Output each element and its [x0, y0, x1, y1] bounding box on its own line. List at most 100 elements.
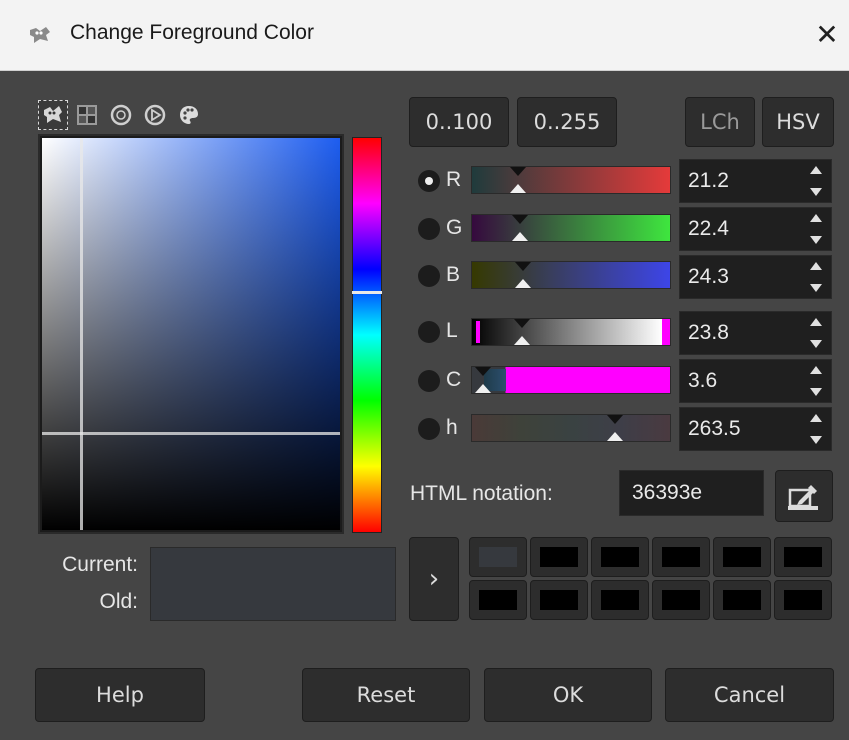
- history-swatch[interactable]: [713, 580, 771, 620]
- decrement-icon[interactable]: [810, 284, 822, 292]
- history-swatch-fill: [723, 547, 761, 567]
- history-swatch-fill: [479, 547, 517, 567]
- gimp-icon: [30, 27, 50, 43]
- decrement-icon[interactable]: [810, 188, 822, 196]
- close-button[interactable]: ✕: [814, 21, 840, 49]
- channel-slider-h[interactable]: [471, 414, 671, 442]
- increment-icon[interactable]: [810, 262, 822, 270]
- saturation-value-area[interactable]: [38, 134, 344, 534]
- range-0-100-button[interactable]: 0..100: [409, 97, 509, 147]
- channel-value-g: 22.4: [688, 217, 729, 240]
- history-swatch[interactable]: [530, 537, 588, 577]
- wheel-selector-tab[interactable]: [106, 100, 136, 130]
- reset-label: Reset: [356, 683, 416, 707]
- channel-spin-g[interactable]: 22.4: [679, 207, 832, 251]
- increment-icon[interactable]: [810, 166, 822, 174]
- lch-button[interactable]: LCh: [685, 97, 755, 147]
- history-swatch[interactable]: [469, 580, 527, 620]
- title-bar: Change Foreground Color ✕: [0, 0, 849, 71]
- decrement-icon[interactable]: [810, 236, 822, 244]
- channel-label-l: L: [446, 319, 458, 342]
- channel-spin-h[interactable]: 263.5: [679, 407, 832, 451]
- history-swatch-fill: [601, 590, 639, 610]
- history-add-button[interactable]: ›: [409, 537, 459, 621]
- channel-value-h: 263.5: [688, 417, 741, 440]
- palette-icon: [180, 106, 198, 124]
- channel-label-c: C: [446, 368, 462, 391]
- channel-label-r: R: [446, 168, 462, 191]
- channel-slider-l[interactable]: [471, 318, 671, 346]
- history-swatch[interactable]: [774, 580, 832, 620]
- increment-icon[interactable]: [810, 414, 822, 422]
- channel-radio-h[interactable]: [418, 418, 440, 440]
- cancel-button[interactable]: Cancel: [665, 668, 834, 722]
- increment-icon[interactable]: [810, 366, 822, 374]
- increment-icon[interactable]: [810, 214, 822, 222]
- history-swatch[interactable]: [530, 580, 588, 620]
- channel-radio-c[interactable]: [418, 370, 440, 392]
- html-notation-label: HTML notation:: [410, 482, 553, 505]
- channel-spin-b[interactable]: 24.3: [679, 255, 832, 299]
- channel-value-l: 23.8: [688, 321, 729, 344]
- decrement-icon[interactable]: [810, 340, 822, 348]
- help-button[interactable]: Help: [35, 668, 205, 722]
- history-swatch-fill: [540, 590, 578, 610]
- current-label: Current:: [62, 553, 138, 576]
- color-dialog: Change Foreground Color ✕ 0..100 0..255 …: [0, 0, 849, 740]
- channel-slider-c[interactable]: [471, 366, 671, 394]
- channel-spin-r[interactable]: 21.2: [679, 159, 832, 203]
- channel-slider-g[interactable]: [471, 214, 671, 242]
- history-swatch[interactable]: [469, 537, 527, 577]
- channel-label-h: h: [446, 416, 458, 439]
- channel-radio-g[interactable]: [418, 218, 440, 240]
- chevron-right-icon: ›: [428, 564, 440, 594]
- channel-slider-b[interactable]: [471, 261, 671, 289]
- eyedropper-button[interactable]: [775, 470, 833, 522]
- hue-marker[interactable]: [352, 291, 382, 294]
- increment-icon[interactable]: [810, 318, 822, 326]
- channel-value-c: 3.6: [688, 369, 718, 392]
- ok-button[interactable]: OK: [484, 668, 652, 722]
- channel-radio-l[interactable]: [418, 321, 440, 343]
- dialog-title: Change Foreground Color: [70, 21, 314, 44]
- reset-button[interactable]: Reset: [302, 668, 470, 722]
- history-swatch[interactable]: [713, 537, 771, 577]
- eyedropper-icon: [788, 485, 818, 510]
- decrement-icon[interactable]: [810, 388, 822, 396]
- channel-slider-r[interactable]: [471, 166, 671, 194]
- hue-strip[interactable]: [352, 137, 382, 533]
- history-swatch[interactable]: [591, 537, 649, 577]
- history-swatch-fill: [479, 590, 517, 610]
- hsv-button[interactable]: HSV: [762, 97, 834, 147]
- range-0-100-label: 0..100: [425, 110, 493, 134]
- history-swatch-fill: [662, 547, 700, 567]
- color-wheel-icon: [110, 104, 132, 126]
- sv-crosshair-vertical: [80, 138, 83, 530]
- triangle-selector-tab[interactable]: [140, 100, 170, 130]
- history-swatch-fill: [723, 590, 761, 610]
- gimp-selector-tab[interactable]: [38, 100, 68, 130]
- palette-selector-tab[interactable]: [174, 100, 204, 130]
- channel-spin-l[interactable]: 23.8: [679, 311, 832, 355]
- channel-radio-b[interactable]: [418, 265, 440, 287]
- history-swatch[interactable]: [652, 580, 710, 620]
- cancel-label: Cancel: [713, 683, 786, 707]
- decrement-icon[interactable]: [810, 436, 822, 444]
- history-swatch[interactable]: [774, 537, 832, 577]
- html-notation-input[interactable]: 36393e: [619, 470, 764, 516]
- triangle-wheel-icon: [144, 104, 166, 126]
- channel-label-g: G: [446, 216, 463, 239]
- history-swatch[interactable]: [591, 580, 649, 620]
- lch-label: LCh: [700, 110, 740, 134]
- cmyk-selector-tab[interactable]: [72, 100, 102, 130]
- channel-radio-r[interactable]: [418, 170, 440, 192]
- channel-label-b: B: [446, 263, 461, 286]
- range-0-255-button[interactable]: 0..255: [517, 97, 617, 147]
- range-0-255-label: 0..255: [533, 110, 601, 134]
- sv-gradient: [42, 138, 340, 530]
- sv-crosshair-horizontal: [42, 432, 340, 435]
- history-swatch-fill: [540, 547, 578, 567]
- channel-spin-c[interactable]: 3.6: [679, 359, 832, 403]
- color-preview-swatch: [150, 547, 396, 621]
- history-swatch[interactable]: [652, 537, 710, 577]
